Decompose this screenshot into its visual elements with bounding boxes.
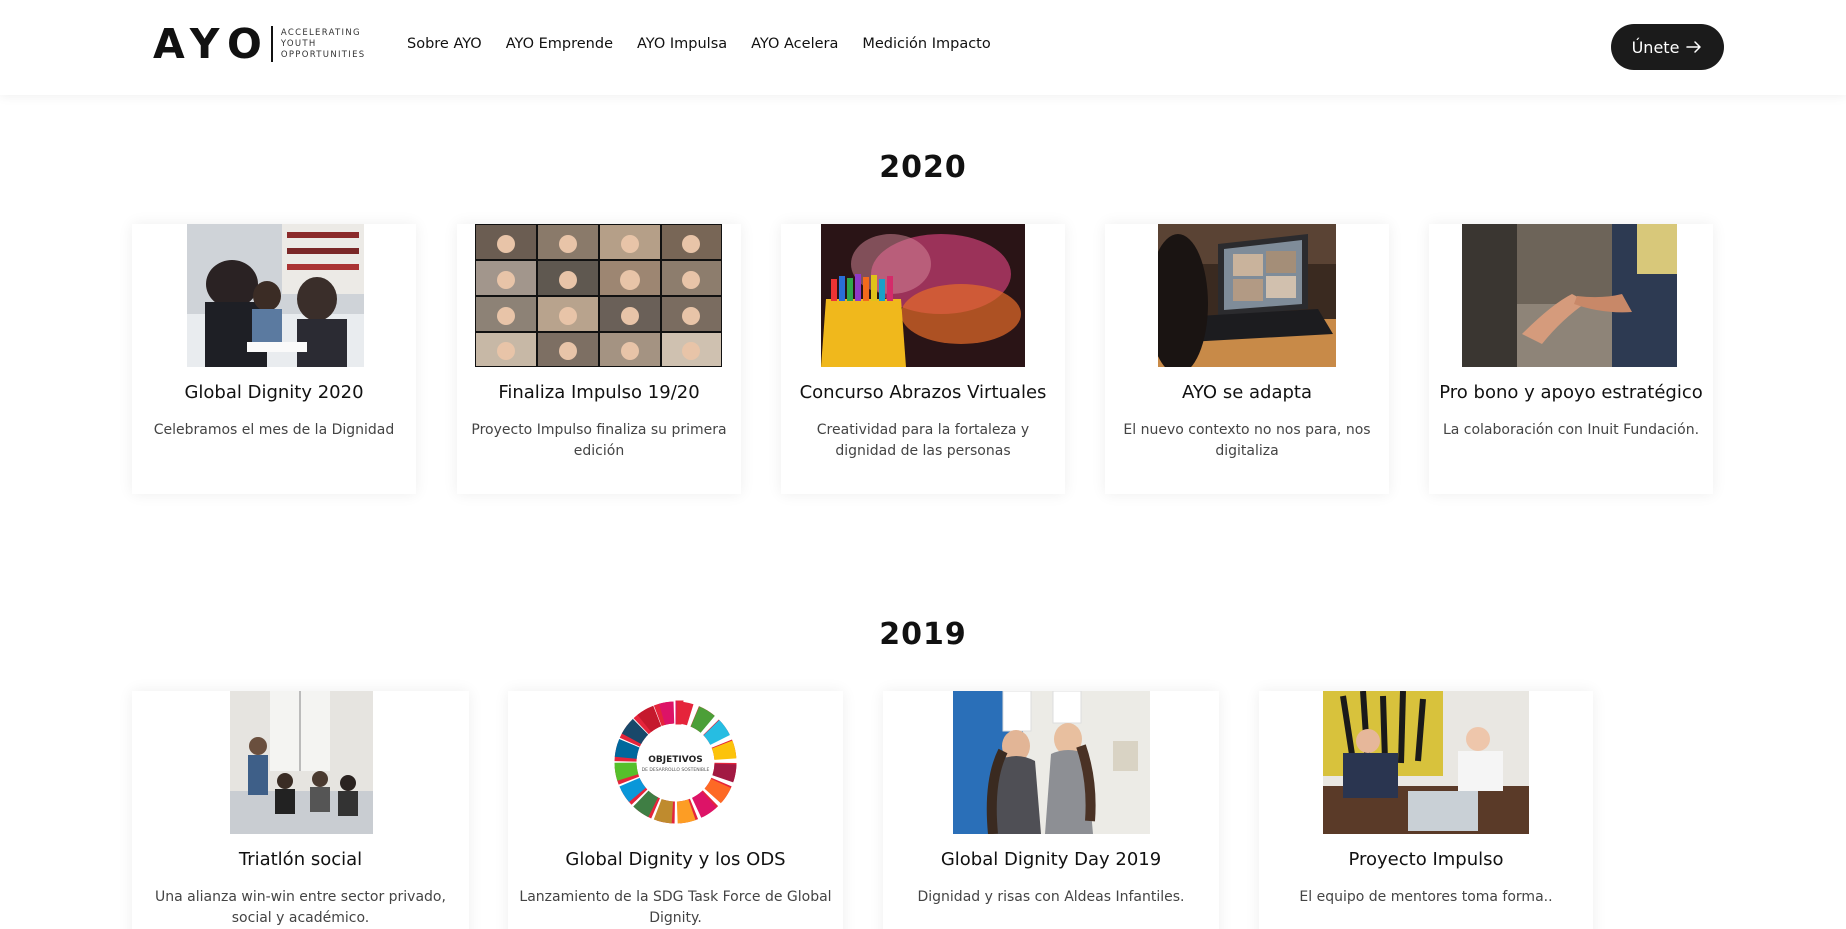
card-image — [1323, 691, 1529, 834]
news-card[interactable]: Concurso Abrazos Virtuales Creatividad p… — [781, 224, 1065, 494]
card-image — [230, 691, 373, 834]
card-title: Triatlón social — [238, 849, 363, 870]
news-card[interactable]: Pro bono y apoyo estratégico La colabora… — [1429, 224, 1713, 494]
card-title: Global Dignity y los ODS — [565, 849, 786, 870]
card-description: Lanzamiento de la SDG Task Force de Glob… — [519, 889, 832, 926]
nav-ayo-emprende[interactable]: AYO Emprende — [506, 36, 613, 52]
nav-ayo-acelera[interactable]: AYO Acelera — [751, 36, 838, 52]
card-image — [475, 224, 722, 367]
year-heading-2019: 2019 — [879, 617, 967, 652]
card-description: Proyecto Impulso finaliza su primera edi… — [471, 422, 727, 459]
nav-sobre-ayo[interactable]: Sobre AYO — [407, 36, 482, 52]
card-image — [187, 224, 364, 367]
arrow-right-icon — [1686, 41, 1702, 53]
card-description: El equipo de mentores toma forma.. — [1299, 889, 1553, 905]
card-image — [1158, 224, 1336, 367]
sdg-logo-text: OBJETIVOS — [648, 755, 702, 765]
card-description: Dignidad y risas con Aldeas Infantiles. — [917, 889, 1185, 905]
nav-medicion-impacto[interactable]: Medición Impacto — [862, 36, 990, 52]
card-image — [953, 691, 1150, 834]
logo-wordmark: AYO — [153, 19, 271, 68]
sdg-logo-subtext: DE DESARROLLO SOSTENIBLE — [642, 767, 710, 773]
card-description: Creatividad para la fortaleza y dignidad… — [816, 422, 1030, 459]
logo-divider — [270, 26, 273, 62]
card-title: Concurso Abrazos Virtuales — [799, 382, 1047, 403]
card-description: El nuevo contexto no nos para, nos digit… — [1123, 422, 1371, 459]
card-image — [1462, 224, 1677, 367]
card-title: Global Dignity 2020 — [184, 382, 364, 403]
card-image — [821, 224, 1025, 367]
year-heading-2020: 2020 — [879, 150, 967, 185]
news-card[interactable]: Proyecto Impulso El equipo de mentores t… — [1259, 691, 1593, 929]
join-button-label: Únete — [1631, 37, 1680, 57]
nav-ayo-impulsa[interactable]: AYO Impulsa — [637, 36, 727, 52]
card-description: Una alianza win-win entre sector privado… — [155, 889, 446, 926]
card-title: Pro bono y apoyo estratégico — [1439, 382, 1703, 403]
card-description: La colaboración con Inuit Fundación. — [1442, 422, 1700, 438]
site-header: AYO ACCELERATING YOUTH OPPORTUNITIES Sob… — [0, 0, 1846, 95]
news-card[interactable]: AYO se adapta El nuevo contexto no nos p… — [1105, 224, 1389, 494]
sdg-wheel-logo: OBJETIVOS DE DESARROLLO SOSTENIBLE — [609, 696, 742, 829]
card-title: Global Dignity Day 2019 — [940, 849, 1162, 870]
card-title: Finaliza Impulso 19/20 — [498, 382, 700, 403]
card-title: Proyecto Impulso — [1348, 849, 1504, 870]
news-card[interactable]: Global Dignity Day 2019 Dignidad y risas… — [883, 691, 1219, 929]
news-card[interactable]: Global Dignity 2020 Celebramos el mes de… — [132, 224, 416, 494]
news-card[interactable]: OBJETIVOS DE DESARROLLO SOSTENIBLE Globa… — [508, 691, 843, 929]
join-button[interactable]: Únete — [1611, 24, 1724, 70]
card-title: AYO se adapta — [1182, 382, 1312, 403]
main-nav: Sobre AYO AYO Emprende AYO Impulsa AYO A… — [407, 36, 1015, 52]
logo-tagline: ACCELERATING YOUTH OPPORTUNITIES — [280, 27, 366, 60]
news-card[interactable]: Triatlón social Una alianza win-win entr… — [132, 691, 469, 929]
ayo-logo[interactable]: AYO ACCELERATING YOUTH OPPORTUNITIES — [153, 19, 366, 68]
news-card[interactable]: Finaliza Impulso 19/20 Proyecto Impulso … — [457, 224, 741, 494]
card-description: Celebramos el mes de la Dignidad — [153, 422, 395, 438]
